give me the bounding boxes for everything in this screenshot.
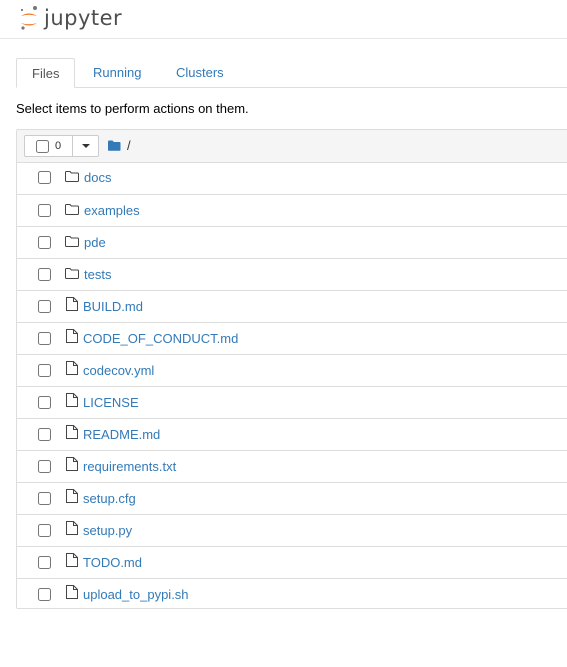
item-name-link[interactable]: examples (84, 203, 140, 218)
item-name-link[interactable]: setup.py (83, 523, 132, 538)
folder-icon (65, 203, 79, 218)
tab-bar: Files Running Clusters (16, 58, 567, 88)
list-item[interactable]: setup.cfg (17, 482, 567, 514)
file-icon (66, 361, 78, 378)
caret-down-icon (81, 144, 90, 148)
item-checkbox[interactable] (38, 204, 51, 217)
list-item[interactable]: codecov.yml (17, 354, 567, 386)
list-item[interactable]: requirements.txt (17, 450, 567, 482)
list-item[interactable]: TODO.md (17, 546, 567, 578)
file-list-header: 0 / (17, 130, 567, 163)
file-icon (66, 585, 78, 602)
folder-icon (65, 267, 79, 282)
list-item[interactable]: docs (17, 162, 567, 194)
item-checkbox[interactable] (38, 171, 51, 184)
select-menu-dropdown[interactable] (73, 135, 99, 157)
list-item[interactable]: README.md (17, 418, 567, 450)
folder-icon (65, 170, 79, 185)
file-icon (66, 553, 78, 570)
selected-count: 0 (55, 140, 62, 152)
breadcrumb-root[interactable]: / (127, 138, 131, 153)
file-icon (66, 489, 78, 506)
item-name-link[interactable]: tests (84, 267, 111, 282)
item-checkbox[interactable] (38, 396, 51, 409)
jupyter-logo-icon (20, 6, 37, 30)
item-name-link[interactable]: pde (84, 235, 106, 250)
list-item[interactable]: BUILD.md (17, 290, 567, 322)
item-name-link[interactable]: upload_to_pypi.sh (83, 587, 189, 602)
item-name-link[interactable]: LICENSE (83, 395, 139, 410)
item-checkbox[interactable] (38, 460, 51, 473)
file-icon (66, 393, 78, 410)
item-checkbox[interactable] (38, 588, 51, 601)
item-checkbox[interactable] (38, 236, 51, 249)
item-name-link[interactable]: CODE_OF_CONDUCT.md (83, 331, 238, 346)
item-name-link[interactable]: codecov.yml (83, 363, 154, 378)
folder-icon (65, 235, 79, 250)
select-all-group: 0 (24, 135, 99, 157)
item-checkbox[interactable] (38, 268, 51, 281)
tab-files[interactable]: Files (16, 58, 76, 88)
selection-hint: Select items to perform actions on them. (16, 101, 249, 116)
list-item[interactable]: setup.py (17, 514, 567, 546)
item-checkbox[interactable] (38, 556, 51, 569)
jupyter-logo[interactable]: jupyter (19, 3, 122, 33)
tab-clusters[interactable]: Clusters (161, 58, 239, 87)
file-icon (66, 297, 78, 314)
file-icon (66, 521, 78, 538)
item-checkbox[interactable] (38, 364, 51, 377)
list-item[interactable]: LICENSE (17, 386, 567, 418)
item-checkbox[interactable] (38, 332, 51, 345)
file-icon (66, 329, 78, 346)
header: jupyter (0, 0, 567, 39)
logo-text: jupyter (44, 6, 123, 30)
breadcrumb: / (108, 138, 131, 153)
list-item[interactable]: pde (17, 226, 567, 258)
item-name-link[interactable]: setup.cfg (83, 491, 136, 506)
file-icon (66, 425, 78, 442)
item-name-link[interactable]: TODO.md (83, 555, 142, 570)
select-all-button[interactable]: 0 (24, 135, 73, 157)
tab-running[interactable]: Running (78, 58, 156, 87)
item-checkbox[interactable] (38, 300, 51, 313)
file-icon (66, 457, 78, 474)
select-all-checkbox[interactable] (36, 139, 49, 153)
list-item[interactable]: upload_to_pypi.sh (17, 578, 567, 610)
item-checkbox[interactable] (38, 428, 51, 441)
list-item[interactable]: tests (17, 258, 567, 290)
item-checkbox[interactable] (38, 492, 51, 505)
item-name-link[interactable]: docs (84, 170, 111, 185)
folder-open-icon[interactable] (108, 140, 121, 151)
item-name-link[interactable]: requirements.txt (83, 459, 176, 474)
item-name-link[interactable]: BUILD.md (83, 299, 143, 314)
item-checkbox[interactable] (38, 524, 51, 537)
list-item[interactable]: examples (17, 194, 567, 226)
file-list-panel: 0 / docs examples pde tests BUILD.md CODE_OF_… (16, 129, 567, 609)
list-item[interactable]: CODE_OF_CONDUCT.md (17, 322, 567, 354)
item-name-link[interactable]: README.md (83, 427, 160, 442)
